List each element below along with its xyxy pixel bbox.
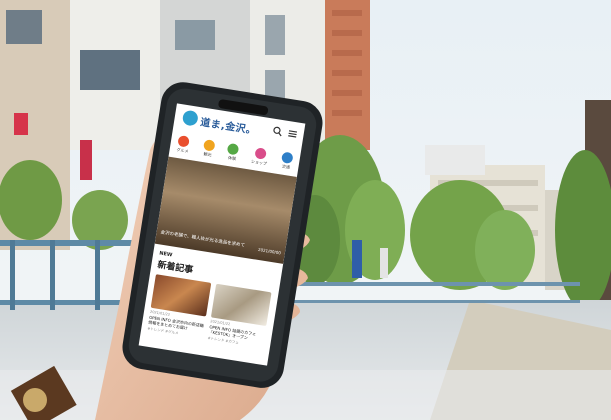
experience-icon xyxy=(227,142,240,156)
logo-icon xyxy=(181,109,199,127)
banner-blue xyxy=(352,240,362,278)
hero-caption: 金沢の老舗で、職人技が光る逸品を求めて xyxy=(160,230,246,249)
logo-text: 道ま,金沢。 xyxy=(199,117,258,138)
gourmet-icon xyxy=(177,135,191,148)
shop-icon xyxy=(254,147,267,160)
banner-left-2 xyxy=(80,140,92,180)
wristwatch xyxy=(23,388,47,412)
article-thumbnail xyxy=(210,283,272,327)
nav-item-experience[interactable]: 体験 xyxy=(226,142,240,162)
nav-item-sightseeing[interactable]: 観光 xyxy=(202,139,216,158)
bus-icon xyxy=(281,151,294,165)
tree-left xyxy=(0,160,62,240)
building-center-small xyxy=(425,145,485,175)
article-thumbnail xyxy=(150,274,212,317)
nav-item-shop[interactable]: ショップ xyxy=(251,147,270,167)
hero-date: 2021/00/00 xyxy=(257,246,282,256)
menu-icon[interactable] xyxy=(287,128,298,139)
sightseeing-icon xyxy=(202,139,216,152)
nav-item-transport[interactable]: 交通 xyxy=(280,151,294,170)
article-card[interactable]: 2021/01/22 OPEN INFO 話題のカフェ『KESTOK』オープン … xyxy=(207,283,272,350)
article-card[interactable]: 2021/01/22 OPEN INFO 金沢市内の新店舗情報をまとめてお届け … xyxy=(147,274,212,340)
article-cards: 2021/01/22 OPEN INFO 金沢市内の新店舗情報をまとめてお届け … xyxy=(147,274,273,350)
street-scene xyxy=(0,0,611,420)
section-heading: NEW 新着記事 xyxy=(157,250,196,275)
banner-left xyxy=(14,113,28,135)
hero-banner[interactable]: 金沢の老舗で、職人技が光る逸品を求めて 2021/00/00 xyxy=(154,156,297,264)
nav-item-gourmet[interactable]: グルメ xyxy=(176,135,191,155)
search-icon[interactable] xyxy=(272,126,283,137)
